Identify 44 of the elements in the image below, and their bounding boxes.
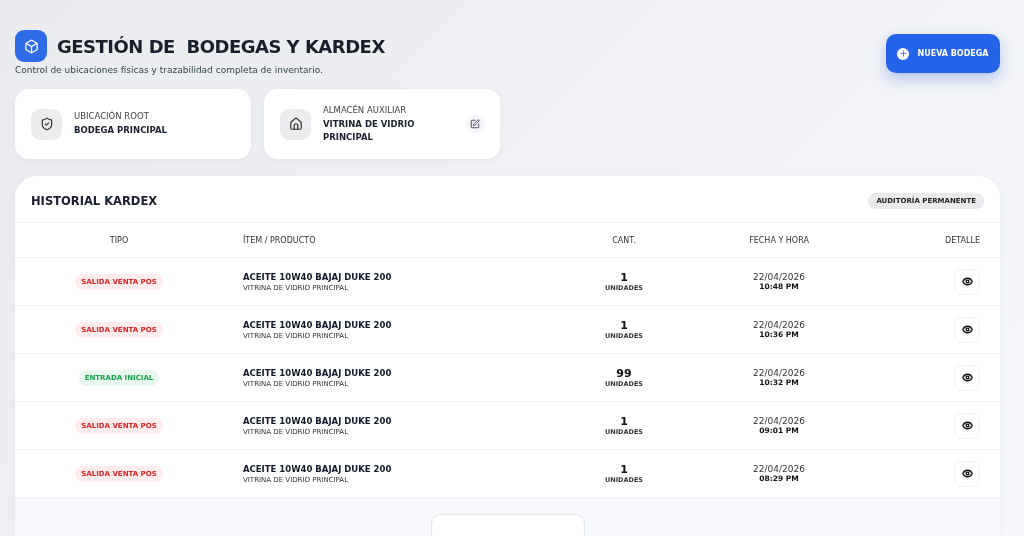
column-header: ÍTEM / PRODUCTO xyxy=(243,235,316,245)
eye-icon xyxy=(961,372,973,383)
panel-title: HISTORIAL KARDEX xyxy=(31,194,158,208)
quantity: 1 xyxy=(620,319,628,332)
column-header: CANT. xyxy=(612,235,636,245)
view-button[interactable] xyxy=(954,460,980,487)
view-button[interactable] xyxy=(954,268,980,295)
product-name: ACEITE 10W40 BAJAJ DUKE 200 xyxy=(243,319,392,330)
page-title: GESTIÓN DE BODEGAS Y KARDEX xyxy=(57,35,385,57)
eye-icon xyxy=(961,324,973,335)
house-icon xyxy=(280,108,311,140)
quantity: 99 xyxy=(616,367,632,380)
date-text: 22/04/2026 xyxy=(753,272,805,282)
view-button[interactable] xyxy=(954,364,980,391)
box-logo-icon xyxy=(15,30,47,62)
plus-icon xyxy=(897,47,910,60)
product-name: ACEITE 10W40 BAJAJ DUKE 200 xyxy=(243,463,392,474)
quantity: 1 xyxy=(620,271,628,284)
shield-check-icon xyxy=(31,108,62,140)
location-label: ALMACÉN AUXILIAR xyxy=(323,104,408,115)
eye-icon xyxy=(961,276,973,287)
date-text: 22/04/2026 xyxy=(753,464,805,474)
date-text: 22/04/2026 xyxy=(753,368,805,378)
view-button[interactable] xyxy=(954,412,980,439)
new-warehouse-button[interactable]: NUEVA BODEGA xyxy=(886,34,1000,73)
location-name: VITRINA DE VIDRIO PRINCIPAL xyxy=(323,117,416,144)
product-name: ACEITE 10W40 BAJAJ DUKE 200 xyxy=(243,415,392,426)
product-name: ACEITE 10W40 BAJAJ DUKE 200 xyxy=(243,367,392,378)
date-text: 22/04/2026 xyxy=(753,416,805,426)
page-subtitle: Control de ubicaciones físicas y trazabilidad completa de inventario. xyxy=(15,65,324,75)
date-text: 22/04/2026 xyxy=(753,320,805,330)
column-header: FECHA Y HORA xyxy=(749,235,809,245)
eye-icon xyxy=(961,468,973,479)
edit-icon xyxy=(470,119,480,129)
quantity: 1 xyxy=(620,415,628,428)
location-name: BODEGA PRINCIPAL xyxy=(74,124,168,137)
column-header: TIPO xyxy=(109,235,129,245)
quantity: 1 xyxy=(620,463,628,476)
view-button[interactable] xyxy=(954,316,980,343)
column-header: DETALLE xyxy=(945,235,980,245)
location-label: UBICACIÓN ROOT xyxy=(74,111,150,121)
eye-icon xyxy=(961,420,973,431)
edit-button[interactable] xyxy=(466,115,484,133)
product-name: ACEITE 10W40 BAJAJ DUKE 200 xyxy=(243,271,392,282)
